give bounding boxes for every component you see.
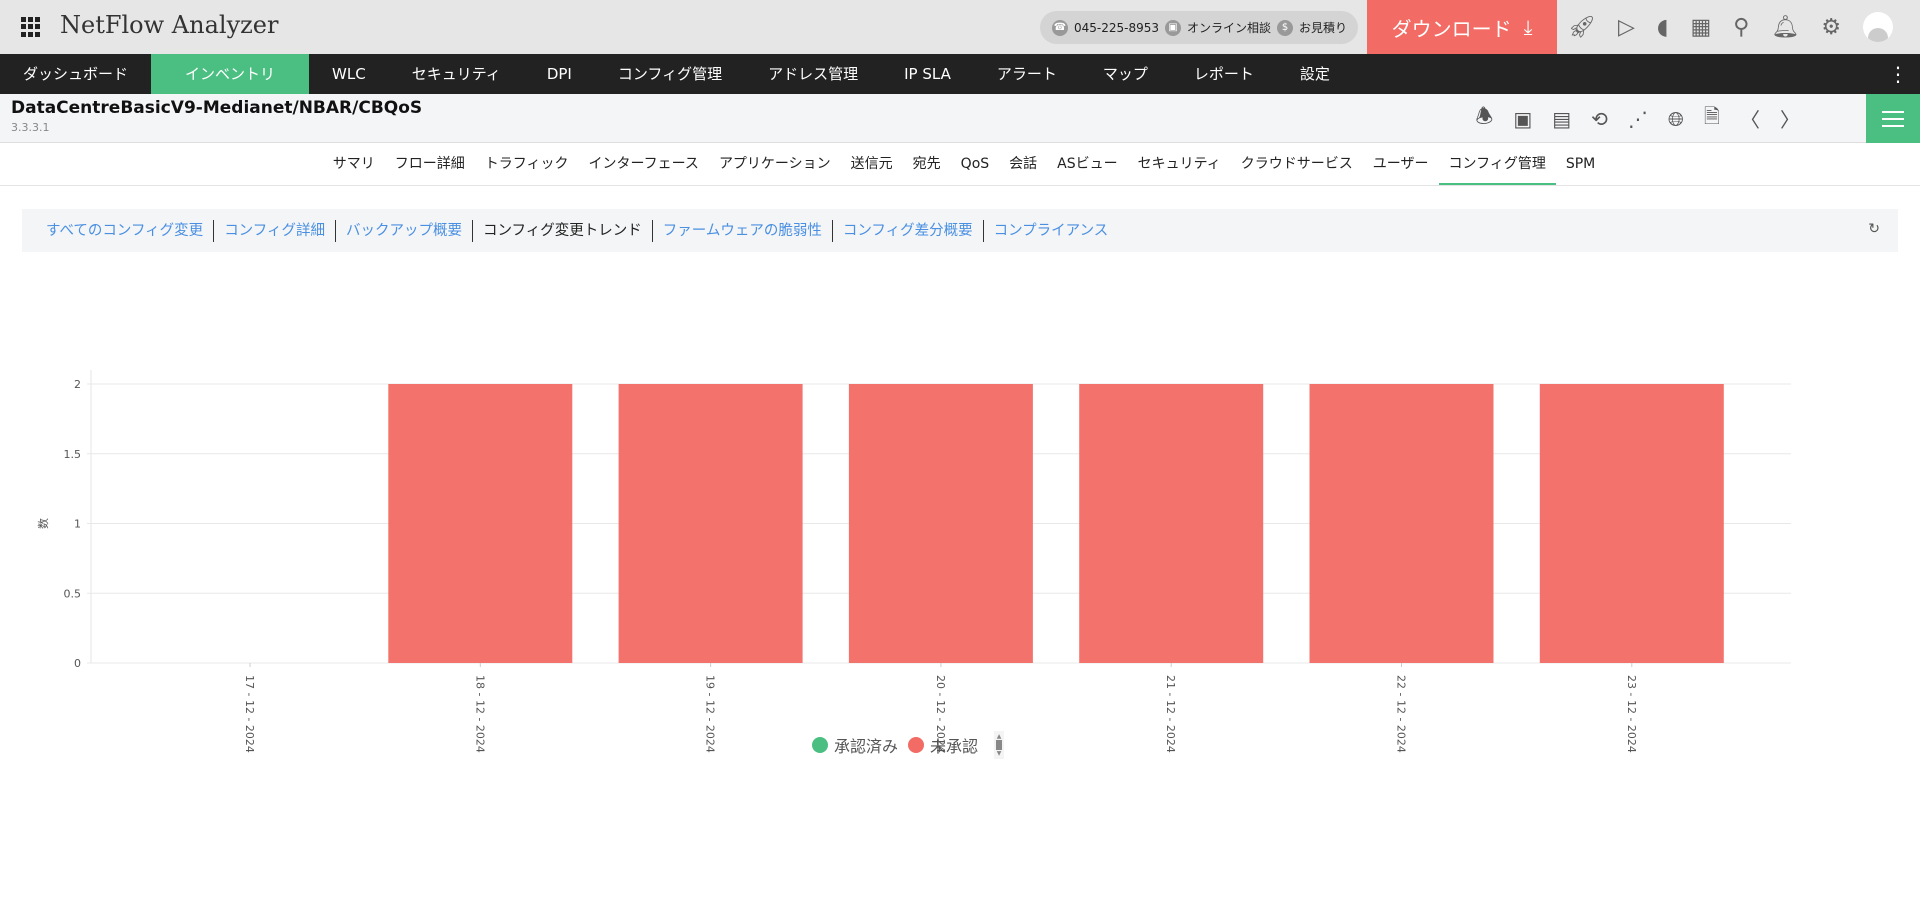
sync-icon[interactable]: ⟲	[1591, 107, 1608, 131]
bar-未承認	[618, 384, 803, 663]
main-nav: ダッシュボード インベントリ WLC セキュリティ DPI コンフィグ管理 アド…	[0, 54, 1920, 94]
bar-未承認	[848, 384, 1033, 663]
subtab-config-details[interactable]: コンフィグ詳細	[213, 219, 335, 242]
subtab-change-trend[interactable]: コンフィグ変更トレンド	[471, 219, 652, 242]
subtab-backup-summary[interactable]: バックアップ概要	[334, 219, 472, 242]
phone-icon: ☎	[1052, 19, 1068, 36]
subtab-compliance[interactable]: コンプライアンス	[982, 219, 1119, 242]
device-header: DataCentreBasicV9-Medianet/NBAR/CBQoS 3.…	[0, 94, 1920, 143]
more-vertical-icon[interactable]: ⋮	[1888, 54, 1908, 94]
tab-flow-details[interactable]: フロー詳細	[385, 143, 475, 185]
legend-unapproved[interactable]: 未承認	[930, 733, 978, 757]
download-label: ダウンロード	[1391, 16, 1512, 41]
y-tick-label: 1.5	[64, 448, 82, 461]
y-tick-label: 1	[74, 518, 81, 531]
subtab-all-changes[interactable]: すべてのコンフィグ変更	[36, 220, 213, 242]
nav-ipsla[interactable]: IP SLA	[881, 54, 974, 94]
app-title: NetFlow Analyzer	[60, 11, 279, 39]
tab-destinations[interactable]: 宛先	[903, 143, 951, 185]
nav-config[interactable]: コンフィグ管理	[595, 54, 745, 94]
nav-settings[interactable]: 設定	[1277, 54, 1353, 94]
nav-reports[interactable]: レポート	[1171, 54, 1277, 94]
legend-unapproved-dot	[908, 737, 925, 753]
device-tabs: サマリ フロー詳細 トラフィック インターフェース アプリケーション 送信元 宛…	[0, 143, 1920, 186]
dollar-icon: $	[1277, 19, 1294, 36]
pdf-icon[interactable]: 🗎	[1704, 102, 1720, 136]
x-tick-label: 19 - 12 - 2024	[704, 675, 717, 753]
tab-users[interactable]: ユーザー	[1363, 143, 1439, 185]
tab-interfaces[interactable]: インターフェース	[578, 143, 708, 185]
terminal-lock-icon[interactable]: ▣	[1513, 107, 1532, 131]
rocket-icon[interactable]: 🚀︎	[1568, 15, 1596, 40]
legend-approved[interactable]: 承認済み	[834, 733, 898, 757]
nav-inventory[interactable]: インベントリ	[151, 54, 310, 94]
x-tick-label: 23 - 12 - 2024	[1625, 675, 1638, 753]
apps-grid-icon[interactable]	[21, 17, 41, 37]
tab-spm[interactable]: SPM	[1556, 143, 1605, 185]
tab-as-view[interactable]: ASビュー	[1047, 143, 1127, 185]
avatar[interactable]	[1863, 12, 1894, 42]
tab-cloud-services[interactable]: クラウドサービス	[1231, 143, 1363, 185]
bell-icon[interactable]: 🔔︎	[1771, 15, 1799, 40]
nav-alerts[interactable]: アラート	[974, 54, 1080, 94]
download-icon: ⤓	[1523, 15, 1533, 39]
nav-dashboard[interactable]: ダッシュボード	[0, 54, 151, 94]
download-button[interactable]: ダウンロード ⤓	[1367, 0, 1557, 54]
x-tick-label: 22 - 12 - 2024	[1395, 675, 1408, 753]
tab-security[interactable]: セキュリティ	[1128, 143, 1231, 185]
nav-map[interactable]: マップ	[1080, 54, 1171, 94]
bar-未承認	[1309, 384, 1494, 663]
tab-conversations[interactable]: 会話	[999, 143, 1047, 185]
tab-summary[interactable]: サマリ	[323, 143, 385, 185]
x-tick-label: 21 - 12 - 2024	[1164, 675, 1177, 753]
gear-icon[interactable]: ⚙	[1821, 15, 1841, 40]
alarm-icon[interactable]: 🕭	[1475, 102, 1493, 136]
config-subtabs: すべてのコンフィグ変更 コンフィグ詳細 バックアップ概要 コンフィグ変更トレンド…	[22, 209, 1898, 252]
bar-未承認	[1079, 384, 1264, 663]
y-tick-label: 0	[74, 657, 81, 670]
globe-icon[interactable]: 🌐︎	[1668, 107, 1684, 131]
tab-qos[interactable]: QoS	[951, 143, 999, 185]
gift-icon[interactable]: ▦	[1690, 15, 1711, 40]
contact-pill: ☎ 045-225-8953 ▣ オンライン相談 $ お見積り	[1040, 11, 1358, 44]
presentation-icon[interactable]: ▷	[1618, 15, 1635, 40]
headset-icon[interactable]: ◖	[1657, 15, 1669, 40]
tab-sources[interactable]: 送信元	[841, 143, 903, 185]
subtab-diff-summary[interactable]: コンフィグ差分概要	[831, 219, 983, 242]
phone-number[interactable]: 045-225-8953	[1074, 21, 1159, 35]
y-axis-label: 数	[37, 518, 50, 529]
device-name: DataCentreBasicV9-Medianet/NBAR/CBQoS	[11, 98, 423, 118]
bar-未承認	[1539, 384, 1724, 663]
prev-icon[interactable]: 〈	[1740, 104, 1760, 133]
next-icon[interactable]: 〉	[1780, 104, 1800, 133]
nav-security[interactable]: セキュリティ	[389, 54, 524, 94]
terminal-icon[interactable]: ▤	[1552, 107, 1571, 131]
hamburger-menu-button[interactable]	[1866, 94, 1920, 143]
legend-scroller[interactable]: ▲ ▼	[994, 731, 1005, 759]
online-icon: ▣	[1165, 19, 1182, 36]
chart-legend: 承認済み 未承認 ▲ ▼	[812, 731, 1005, 759]
nav-wlc[interactable]: WLC	[309, 54, 389, 94]
tab-config-management[interactable]: コンフィグ管理	[1438, 143, 1556, 185]
y-tick-label: 0.5	[64, 587, 82, 600]
x-tick-label: 17 - 12 - 2024	[243, 675, 256, 753]
subtab-firmware-vuln[interactable]: ファームウェアの脆弱性	[651, 219, 832, 242]
device-ip: 3.3.3.1	[11, 121, 50, 134]
nav-dpi[interactable]: DPI	[524, 54, 595, 94]
y-tick-label: 2	[74, 378, 81, 391]
top-bar: NetFlow Analyzer ☎ 045-225-8953 ▣ オンライン相…	[0, 0, 1920, 54]
quote-link[interactable]: お見積り	[1299, 19, 1347, 36]
tab-applications[interactable]: アプリケーション	[709, 143, 841, 185]
graph-icon[interactable]: ⋰	[1628, 107, 1648, 131]
bar-未承認	[388, 384, 573, 663]
online-consult-link[interactable]: オンライン相談	[1187, 19, 1271, 36]
nav-address[interactable]: アドレス管理	[745, 54, 881, 94]
search-icon[interactable]: ⚲	[1733, 15, 1749, 40]
refresh-icon[interactable]: ↻	[1868, 221, 1880, 237]
tab-traffic[interactable]: トラフィック	[475, 143, 579, 185]
x-tick-label: 18 - 12 - 2024	[473, 675, 486, 753]
legend-approved-dot	[812, 737, 828, 753]
